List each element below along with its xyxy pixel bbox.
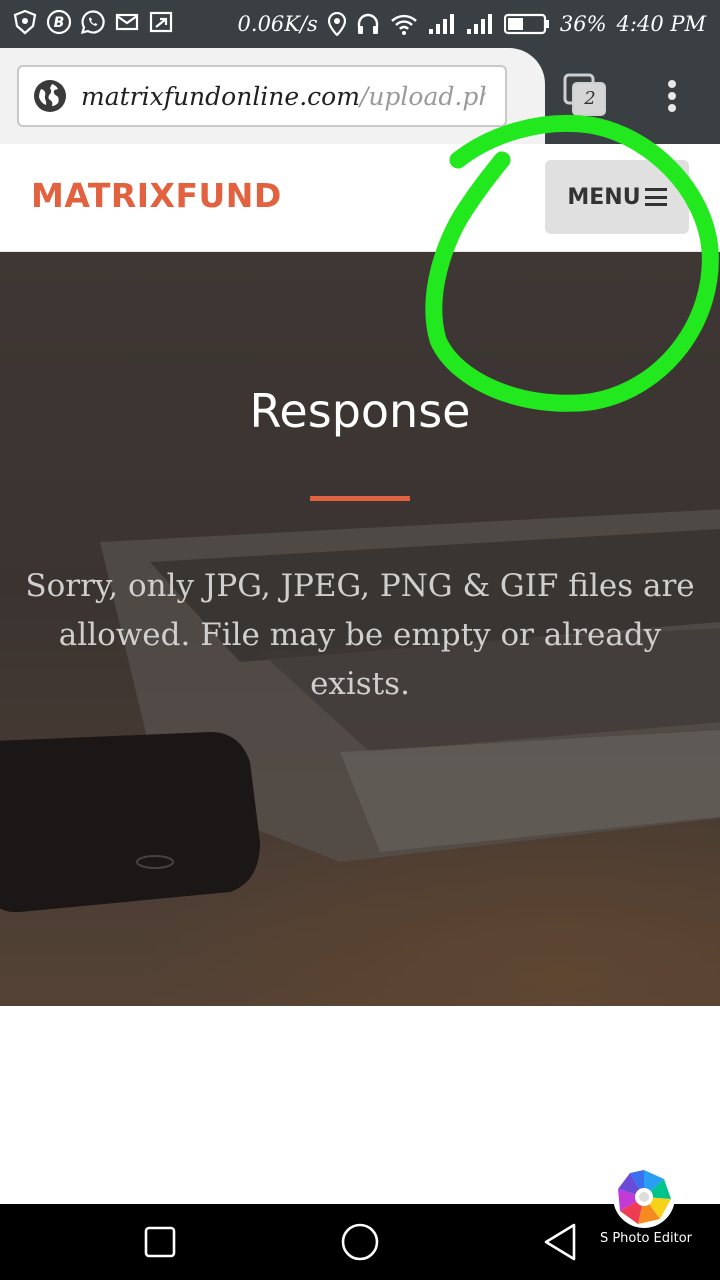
tab-count: 2 — [584, 88, 596, 109]
b-badge-icon: B — [46, 9, 72, 35]
whatsapp-icon — [80, 10, 105, 35]
site-header: MATRIXFUND MENU — [0, 144, 720, 252]
battery-percent: 36% — [559, 12, 607, 36]
network-speed: 0.06K/s — [237, 12, 318, 36]
clock: 4:40 PM — [616, 12, 706, 36]
site-logo[interactable]: MATRIXFUND — [31, 176, 282, 215]
signal-icon — [428, 14, 454, 34]
signal-icon — [466, 14, 492, 34]
headset-icon — [357, 13, 379, 34]
wifi-icon — [390, 14, 417, 35]
battery-icon — [503, 13, 549, 35]
back-button[interactable] — [520, 1204, 600, 1280]
photo-editor-label: S Photo Editor — [599, 1231, 693, 1246]
svg-text:B: B — [54, 15, 65, 31]
home-button[interactable] — [320, 1204, 400, 1280]
status-bar: B 0.06K/s 36% 4:40 PM — [0, 0, 720, 48]
globe-icon — [34, 80, 66, 112]
location-icon — [327, 12, 346, 36]
system-status: 0.06K/s 36% 4:40 PM — [238, 0, 706, 48]
back-icon — [544, 1223, 576, 1261]
mail-icon — [115, 13, 139, 31]
upload-error-message: Sorry, only JPG, JPEG, PNG & GIF files a… — [25, 568, 695, 702]
photo-editor-logo — [613, 1166, 675, 1228]
hamburger-icon — [644, 188, 667, 206]
recents-button[interactable] — [120, 1204, 200, 1280]
home-icon — [341, 1223, 379, 1261]
cast-icon — [149, 11, 173, 33]
address-bar[interactable]: matrixfundonline.com/upload.php — [17, 65, 507, 127]
shield-icon — [13, 9, 37, 35]
menu-button[interactable]: MENU — [545, 160, 689, 234]
hero-section: Response Sorry, only JPG, JPEG, PNG & GI… — [0, 252, 720, 1006]
notification-icons: B — [12, 9, 174, 35]
recents-icon — [144, 1226, 176, 1258]
browser-toolbar: matrixfundonline.com/upload.php 2 — [0, 48, 720, 144]
response-heading: Response — [249, 384, 471, 438]
menu-label: MENU — [567, 184, 641, 210]
overflow-menu-icon[interactable] — [660, 76, 684, 116]
heading-divider — [310, 496, 410, 501]
url-path: /upload.php — [359, 81, 486, 111]
url-host: matrixfundonline.com — [81, 81, 360, 111]
url-text[interactable]: matrixfundonline.com/upload.php — [81, 82, 486, 111]
